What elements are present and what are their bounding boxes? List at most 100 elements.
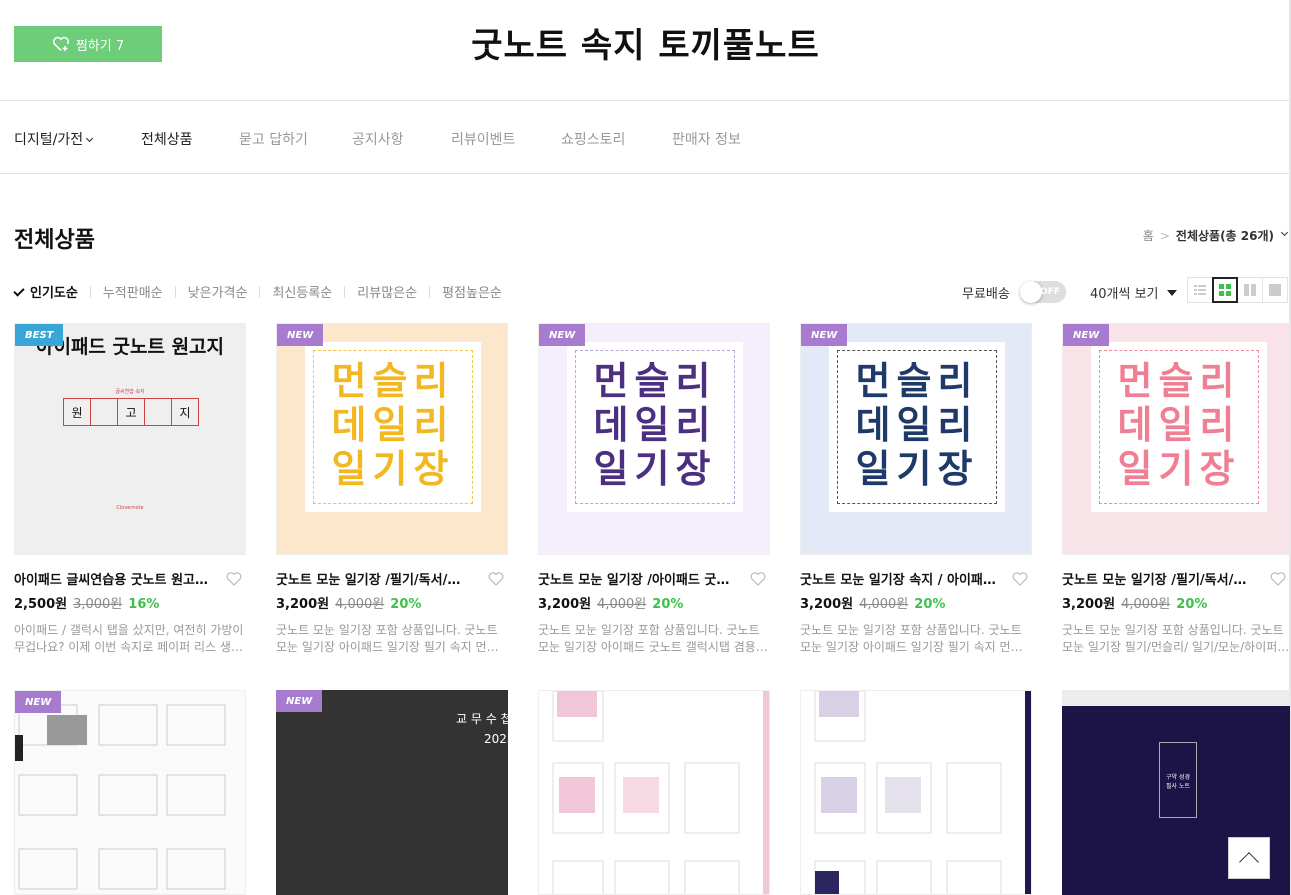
product-name[interactable]: 굿노트 모눈 일기장 /아이패드 굿노트 갤럭시탭 겸용 속지: [538, 569, 734, 588]
description-line: 굿노트 모눈 일기장 포함 상품입니다. 굿노트: [276, 623, 498, 637]
product-thumbnail[interactable]: NEW 먼슬리 데일리 일기장: [1062, 323, 1290, 555]
sale-price: 3,200원: [276, 597, 330, 612]
new-badge: NEW: [276, 690, 323, 712]
page-title: 전체상품: [14, 228, 95, 253]
sort-options: 인기도순 누적판매순 낮은가격순 최신등록순 리뷰많은순 평점높은순: [13, 282, 502, 301]
thumb-line: 먼슬리: [855, 359, 979, 403]
nav-label: 디지털/가전: [14, 132, 84, 148]
product-card[interactable]: NEW: [14, 690, 246, 895]
scroll-to-top-button[interactable]: [1228, 837, 1270, 879]
thumb-top-strip: [1062, 690, 1290, 706]
thumb-paper: 먼슬리 데일리 일기장: [305, 342, 481, 512]
manuscript-grid: 원 고 지: [63, 398, 199, 426]
original-price: 3,000원: [73, 597, 123, 612]
per-page-select[interactable]: 40개씩 보기: [1090, 283, 1177, 302]
divider: [344, 285, 346, 298]
thumb-line: 데일리: [593, 403, 717, 447]
heart-icon[interactable]: [1270, 571, 1286, 586]
price-row: 3,200원 4,000원 20%: [1062, 593, 1290, 612]
sort-label: 인기도순: [30, 286, 78, 301]
nav-notice[interactable]: 공지사항: [352, 129, 404, 149]
caret-down-icon: [1166, 289, 1177, 296]
thumb-cover: 구약 성경 필사 노트: [1159, 742, 1197, 818]
thumb-title: 교 무 수 첩: [456, 712, 508, 726]
breadcrumb-separator: >: [1159, 228, 1170, 243]
thumb-paper: 먼슬리 데일리 일기장: [829, 342, 1005, 512]
nav-shopping-story[interactable]: 쇼핑스토리: [561, 129, 625, 149]
nav-review-event[interactable]: 리뷰이벤트: [451, 129, 515, 149]
list-view-button[interactable]: [1187, 277, 1213, 303]
product-card[interactable]: NEW 먼슬리 데일리 일기장 굿노트 모눈 일기장 속지 / 아이패드 굿노트…: [800, 323, 1032, 656]
product-thumbnail[interactable]: [538, 690, 770, 895]
discount-rate: 20%: [914, 597, 946, 612]
chevron-down-icon: [1280, 228, 1289, 237]
discount-rate: 20%: [652, 597, 684, 612]
thumb-cover-line: 필사 노트: [1166, 783, 1190, 790]
nav-seller-info[interactable]: 판매자 정보: [672, 129, 741, 149]
breadcrumb-home[interactable]: 홈: [1143, 227, 1154, 244]
sort-top-rated[interactable]: 평점높은순: [442, 282, 502, 301]
description-line: 무겁나요? 이제 이번 속지로 페이퍼 리스 생활을 시작해보세요: [14, 640, 246, 654]
product-name[interactable]: 굿노트 모눈 일기장 /필기/독서/아이패드 굿노트 속지: [276, 569, 472, 588]
grid-view-button[interactable]: [1212, 277, 1238, 303]
price-row: 3,200원 4,000원 20%: [276, 593, 508, 612]
new-badge: NEW: [15, 691, 62, 713]
free-shipping-toggle[interactable]: OFF: [1020, 281, 1066, 303]
thumb-line: 일기장: [593, 447, 717, 491]
original-price: 4,000원: [335, 597, 385, 612]
new-badge: NEW: [801, 324, 848, 346]
product-name-row: 굿노트 모눈 일기장 /아이패드 굿노트 갤럭시탭 겸용 속지: [538, 569, 770, 588]
thumb-line: 데일리: [1117, 403, 1241, 447]
heart-icon[interactable]: [1012, 571, 1028, 586]
divider: [259, 285, 261, 298]
thumb-subtitle: 글씨연습 속지: [115, 389, 145, 395]
heart-icon[interactable]: [226, 571, 242, 586]
breadcrumb-current[interactable]: 전체상품(총 26개): [1176, 227, 1274, 244]
product-thumbnail[interactable]: NEW 먼슬리 데일리 일기장: [276, 323, 508, 555]
product-card[interactable]: [538, 690, 770, 895]
product-card[interactable]: BEST 아이패드 굿노트 원고지 글씨연습 속지 원 고 지 Cloverno…: [14, 323, 246, 656]
product-thumbnail[interactable]: NEW 먼슬리 데일리 일기장: [538, 323, 770, 555]
product-description: 굿노트 모눈 일기장 포함 상품입니다. 굿노트 모눈 일기장 아이패드 굿노트…: [538, 622, 770, 656]
per-page-value: 40개씩 보기: [1090, 287, 1159, 302]
sort-newest[interactable]: 최신등록순: [272, 282, 332, 301]
sort-most-reviews[interactable]: 리뷰많은순: [357, 282, 417, 301]
free-shipping-label: 무료배송: [962, 287, 1010, 302]
product-name[interactable]: 아이패드 글씨연습용 굿노트 원고지 속지 / 아이패드 굿노트: [14, 569, 210, 588]
thumb-line: 먼슬리: [1117, 359, 1241, 403]
sort-popular[interactable]: 인기도순: [13, 282, 78, 301]
product-card[interactable]: NEW 먼슬리 데일리 일기장 굿노트 모눈 일기장 /필기/독서/아이패드 굿…: [1062, 323, 1290, 656]
description-line: 굿노트 모눈 일기장 포함 상품입니다. 굿노트: [1062, 623, 1284, 637]
nav-category-dropdown[interactable]: 디지털/가전: [14, 129, 94, 149]
product-card[interactable]: NEW 먼슬리 데일리 일기장 굿노트 모눈 일기장 /아이패드 굿노트 갤럭시…: [538, 323, 770, 656]
product-thumbnail[interactable]: NEW 먼슬리 데일리 일기장: [800, 323, 1032, 555]
nav-qna[interactable]: 묻고 답하기: [239, 129, 308, 149]
discount-rate: 20%: [1176, 597, 1208, 612]
heart-icon[interactable]: [750, 571, 766, 586]
list-view-icon: [1194, 285, 1206, 295]
price-row: 3,200원 4,000원 20%: [800, 593, 1032, 612]
heart-icon[interactable]: [488, 571, 504, 586]
product-thumbnail[interactable]: NEW: [14, 690, 246, 895]
product-thumbnail[interactable]: BEST 아이패드 굿노트 원고지 글씨연습 속지 원 고 지 Cloverno…: [14, 323, 246, 555]
nav-all-products[interactable]: 전체상품: [141, 129, 193, 149]
page-spread-preview: [552, 691, 769, 894]
new-badge: NEW: [539, 324, 586, 346]
original-price: 4,000원: [597, 597, 647, 612]
product-thumbnail[interactable]: [800, 690, 1032, 895]
product-name[interactable]: 굿노트 모눈 일기장 속지 / 아이패드 굿노트 갤럭시탭: [800, 569, 996, 588]
product-card[interactable]: NEW 교 무 수 첩 2023: [276, 690, 508, 895]
thumb-cover-line: 구약 성경: [1166, 774, 1190, 781]
grid-cell: 고: [118, 399, 145, 425]
product-thumbnail[interactable]: NEW 교 무 수 첩 2023: [276, 690, 508, 895]
product-description: 굿노트 모눈 일기장 포함 상품입니다. 굿노트 모눈 일기장 아이패드 일기장…: [276, 622, 508, 656]
single-view-button[interactable]: [1262, 277, 1288, 303]
sort-low-price[interactable]: 낮은가격순: [188, 282, 248, 301]
product-name[interactable]: 굿노트 모눈 일기장 /필기/독서/아이패드 굿노트 속지: [1062, 569, 1258, 588]
sort-total-sales[interactable]: 누적판매순: [103, 282, 163, 301]
sale-price: 3,200원: [1062, 597, 1116, 612]
product-name-row: 굿노트 모눈 일기장 /필기/독서/아이패드 굿노트 속지: [1062, 569, 1290, 588]
product-card[interactable]: [800, 690, 1032, 895]
product-card[interactable]: NEW 먼슬리 데일리 일기장 굿노트 모눈 일기장 /필기/독서/아이패드 굿…: [276, 323, 508, 656]
two-column-view-button[interactable]: [1237, 277, 1263, 303]
